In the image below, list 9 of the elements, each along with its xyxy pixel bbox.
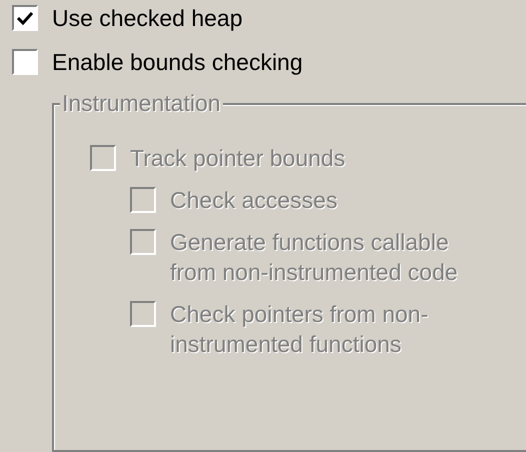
checkbox-label: Enable bounds checking	[52, 48, 303, 77]
checkbox-label: Track pointer bounds	[130, 144, 346, 173]
checkbox-label: Check accesses	[170, 186, 338, 215]
checkbox[interactable]	[12, 5, 38, 31]
checkbox-label: Use checked heap	[52, 4, 243, 33]
checkbox[interactable]	[12, 49, 38, 75]
checkbox-label: Check pointers from non-instrumented functions	[170, 300, 430, 359]
checkmark-icon	[17, 11, 33, 25]
checkbox-label: Generate functions callable from non-instrumented code	[170, 228, 459, 287]
